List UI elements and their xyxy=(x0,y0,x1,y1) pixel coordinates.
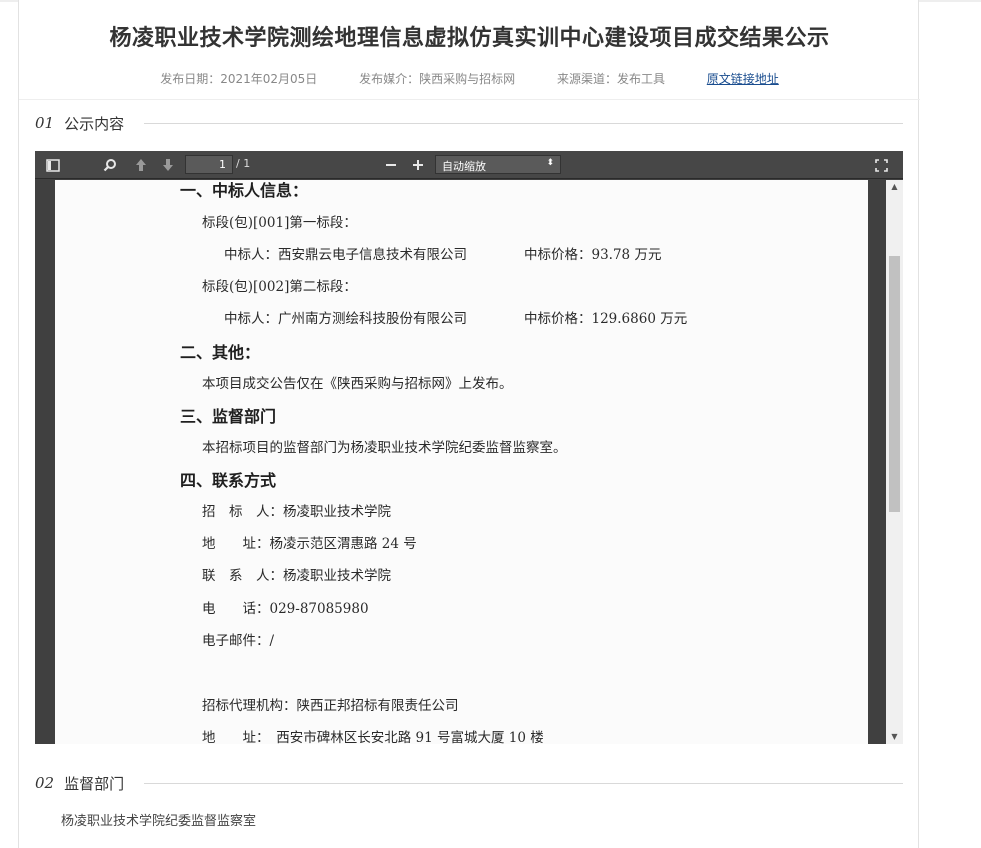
doc-contact: 联 系 人：杨凌职业技术学院 xyxy=(202,568,391,584)
section-number: 01 xyxy=(35,114,55,132)
sidebar-toggle-icon[interactable] xyxy=(41,151,65,179)
scroll-up-arrow-icon[interactable]: ▲ xyxy=(886,180,903,194)
origin-link[interactable]: 原文链接地址 xyxy=(707,70,779,87)
zoom-select[interactable]: 自动缩放 ⬍ xyxy=(435,155,561,174)
doc-agency-address: 地 址： 西安市碑林区长安北路 91 号富城大厦 10 楼 xyxy=(202,730,544,744)
arrow-down-icon[interactable] xyxy=(157,151,179,179)
doc-address: 地 址：杨凌示范区渭惠路 24 号 xyxy=(202,536,417,552)
doc-heading-other: 二、其他： xyxy=(180,343,261,362)
search-icon[interactable] xyxy=(99,151,121,179)
pdf-page: 一、中标人信息： 标段(包)[001]第一标段： 中标人：西安鼎云电子信息技术有… xyxy=(55,180,868,744)
doc-lot2-winner: 中标人：广州南方测绘科技股份有限公司 xyxy=(224,311,467,327)
doc-tenderer: 招 标 人：杨凌职业技术学院 xyxy=(202,504,391,520)
publish-date: 发布日期：2021年02月05日 xyxy=(160,72,318,86)
doc-lot1: 标段(包)[001]第一标段： xyxy=(202,215,357,231)
doc-other: 本项目成交公告仅在《陕西采购与招标网》上发布。 xyxy=(202,376,513,392)
section-title: 监督部门 xyxy=(64,774,125,793)
doc-heading-winner: 一、中标人信息： xyxy=(180,181,309,200)
scrollbar-thumb[interactable] xyxy=(889,255,900,512)
doc-lot1-price: 中标价格：93.78 万元 xyxy=(524,247,662,263)
doc-supervision: 本招标项目的监督部门为杨凌职业技术学院纪委监督监察室。 xyxy=(202,440,567,456)
doc-lot2-price: 中标价格：129.6860 万元 xyxy=(524,311,688,327)
zoom-out-icon[interactable] xyxy=(381,151,401,179)
pdf-viewer: 1 / 1 自动缩放 ⬍ 一、中标人信息： 标段(包)[001]第一标段： 中标… xyxy=(35,151,903,744)
section-header-content: 01 公示内容 xyxy=(35,113,903,133)
zoom-select-value: 自动缩放 xyxy=(442,160,486,173)
doc-lot1-winner: 中标人：西安鼎云电子信息技术有限公司 xyxy=(224,247,467,263)
page-number-input[interactable]: 1 xyxy=(185,155,233,174)
pdf-scrollbar[interactable]: ▲ ▼ xyxy=(886,180,903,744)
section-number: 02 xyxy=(35,774,55,792)
page-container: 杨凌职业技术学院测绘地理信息虚拟仿真实训中心建设项目成交结果公示 发布日期：20… xyxy=(18,0,920,848)
source-channel: 来源渠道：发布工具 xyxy=(556,72,665,86)
section-header-supervision: 02 监督部门 xyxy=(35,773,903,793)
doc-email: 电子邮件：/ xyxy=(202,633,275,649)
section-divider xyxy=(144,782,903,784)
doc-lot2: 标段(包)[002]第二标段： xyxy=(202,279,357,295)
pdf-toolbar: 1 / 1 自动缩放 ⬍ xyxy=(35,151,903,179)
meta-bar: 发布日期：2021年02月05日 发布媒介：陕西采购与招标网 来源渠道：发布工具… xyxy=(19,70,920,87)
scroll-down-arrow-icon[interactable]: ▼ xyxy=(886,730,903,744)
doc-heading-contact: 四、联系方式 xyxy=(180,471,277,490)
arrow-up-icon[interactable] xyxy=(130,151,152,179)
doc-heading-supervision: 三、监督部门 xyxy=(180,407,277,426)
supervision-department: 杨凌职业技术学院纪委监督监察室 xyxy=(61,814,257,829)
publish-media: 发布媒介：陕西采购与招标网 xyxy=(359,72,516,86)
chevron-updown-icon: ⬍ xyxy=(546,158,554,168)
page-title: 杨凌职业技术学院测绘地理信息虚拟仿真实训中心建设项目成交结果公示 xyxy=(109,26,830,51)
doc-agency: 招标代理机构：陕西正邦招标有限责任公司 xyxy=(202,698,459,714)
section-divider xyxy=(144,122,903,124)
fullscreen-icon[interactable] xyxy=(871,151,891,179)
doc-phone: 电 话：029-87085980 xyxy=(202,601,369,617)
page-count: / 1 xyxy=(236,157,251,170)
section-title: 公示内容 xyxy=(64,114,125,133)
zoom-in-icon[interactable] xyxy=(408,151,428,179)
divider xyxy=(19,99,920,100)
